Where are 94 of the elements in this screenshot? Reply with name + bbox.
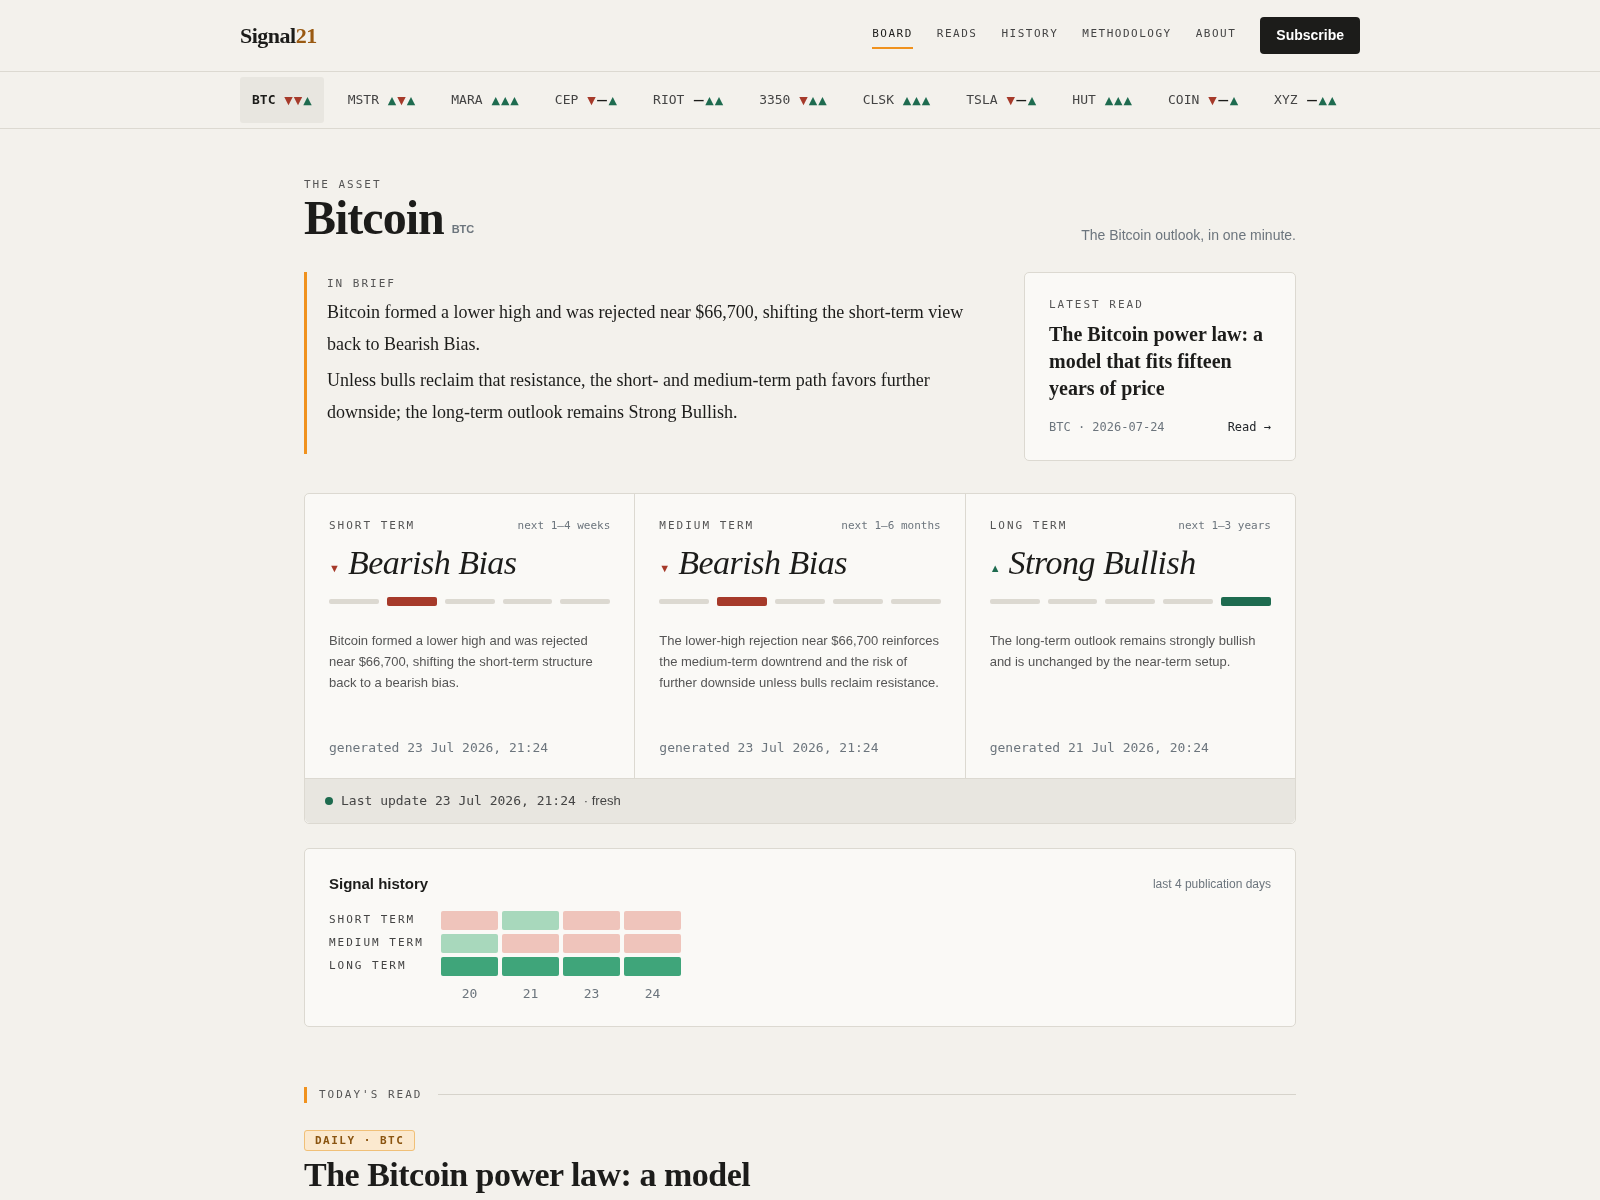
card-title: Signal history	[329, 873, 429, 894]
day-label: 21	[521, 985, 540, 1003]
horizon-label: MEDIUM TERM	[659, 518, 755, 534]
section-label: THE ASSET	[304, 177, 383, 193]
ticker-tab[interactable]: COIN ▼—▲	[1156, 77, 1251, 123]
generated-time: generated 23 Jul 2026, 21:24	[659, 739, 880, 758]
generated-time: generated 21 Jul 2026, 20:24	[989, 739, 1210, 758]
trend-arrow: ▲	[921, 94, 931, 108]
trend-arrow: —	[1015, 94, 1027, 108]
day-label: 20	[460, 985, 479, 1003]
trend-arrow: ▲	[1027, 94, 1037, 108]
brief-paragraph: Unless bulls reclaim that resistance, the short- and medium-term path favors further downside; the long-term outlook remains Strong Bullish.	[327, 369, 931, 424]
ticker-tab[interactable]: BTC ▼▼▲	[240, 77, 324, 123]
trend-arrow: ▲	[510, 94, 519, 108]
section-label: TODAY'S READ	[304, 1086, 423, 1103]
ticker-tab[interactable]: XYZ —▲▲	[1262, 77, 1349, 123]
freshness: · fresh	[583, 792, 621, 810]
row-label: LONG TERM	[329, 958, 408, 975]
row-label: MEDIUM TERM	[329, 935, 425, 952]
trend-arrow: ▲	[818, 94, 827, 108]
asset-symbol: BTC	[451, 222, 475, 237]
horizon-window: next 1–3 years	[1178, 518, 1271, 535]
site-logo[interactable]: Signal21	[240, 19, 317, 52]
row-label: SHORT TERM	[329, 912, 417, 929]
trend-arrow: ▼	[1006, 94, 1015, 108]
ticker-tab[interactable]: 3350 ▼▲▲	[747, 77, 839, 123]
trend-arrow: ▲	[1123, 94, 1133, 108]
trend-arrow: ▲	[705, 94, 714, 108]
trend-arrow: ▲	[989, 560, 1001, 576]
ticker-tab[interactable]: CEP ▼—▲	[542, 77, 630, 123]
trend-arrow: ▼	[284, 94, 293, 108]
trend-arrow: —	[693, 94, 705, 108]
ticker-tab[interactable]: TSLA ▼—▲	[954, 77, 1049, 123]
tagline: The Bitcoin outlook, in one minute.	[1081, 225, 1296, 245]
trend-arrow: ▼	[587, 94, 596, 108]
section-label: LATEST READ	[1049, 296, 1145, 313]
read-link[interactable]: Read →	[1227, 418, 1271, 436]
trend-arrow: ▼	[799, 94, 808, 108]
trend-arrow: ▲	[303, 94, 312, 108]
horizon-description: The long-term outlook remains strongly bullish and is unchanged by the near-term setup.	[989, 632, 1257, 672]
trend-arrow: ▲	[1229, 94, 1239, 108]
trend-arrow: ▲	[500, 94, 510, 108]
trend-arrow: —	[1306, 94, 1318, 108]
ticker-tab[interactable]: HUT ▲▲▲	[1060, 77, 1145, 123]
trend-arrow: ▼	[659, 560, 671, 576]
horizon-window: next 1–6 months	[841, 518, 941, 535]
trend-arrow: ▼	[1208, 94, 1217, 108]
trend-arrow: ▲	[1104, 94, 1114, 108]
article-meta: BTC · 2026-07-24	[1049, 419, 1165, 436]
trend-arrow: —	[1217, 94, 1229, 108]
ticker-tab[interactable]: RIOT —▲▲	[641, 77, 736, 123]
trend-arrow: ▲	[608, 94, 618, 108]
trend-arrow: ▲	[491, 94, 500, 108]
horizon-label: SHORT TERM	[329, 518, 416, 534]
trend-arrow: ▲	[406, 94, 416, 108]
card-note: last 4 publication days	[1152, 875, 1271, 893]
trend-arrow: ▼	[397, 94, 406, 108]
day-label: 24	[643, 985, 662, 1003]
nav-link[interactable]: HISTORY	[1001, 22, 1059, 49]
trend-arrow: ▼	[293, 94, 303, 108]
trend-arrow: ▲	[808, 94, 818, 108]
article-headline: The Bitcoin power law: a model	[304, 1155, 752, 1195]
trend-arrow: —	[596, 94, 608, 108]
trend-arrow: ▲	[912, 94, 921, 108]
category-tag: DAILY · BTC	[304, 1130, 416, 1151]
trend-arrow: ▲	[387, 94, 397, 108]
nav-link[interactable]: BOARD	[872, 22, 913, 49]
asset-title: Bitcoin	[304, 193, 444, 242]
trend-arrow: ▲	[1114, 94, 1123, 108]
verdict: Bearish Bias	[678, 542, 847, 583]
trend-arrow: ▲	[1318, 94, 1327, 108]
trend-arrow: ▲	[1327, 94, 1337, 108]
day-label: 23	[582, 985, 601, 1003]
ticker-tab[interactable]: CLSK ▲▲▲	[850, 77, 943, 123]
nav-link[interactable]: READS	[936, 22, 978, 49]
subscribe-button[interactable]: Subscribe	[1260, 17, 1360, 54]
nav-link[interactable]: ABOUT	[1195, 22, 1237, 49]
horizon-description: Bitcoin formed a lower high and was rejected near $66,700, shifting the short-term structure back to a bearish bias.	[329, 632, 594, 693]
last-update: Last update 23 Jul 2026, 21:24	[341, 792, 576, 810]
trend-arrow: ▼	[329, 560, 340, 576]
section-label: IN BRIEF	[327, 275, 397, 292]
horizon-window: next 1–4 weeks	[517, 518, 611, 535]
horizon-label: LONG TERM	[989, 518, 1068, 534]
ticker-tab[interactable]: MSTR ▲▼▲	[335, 77, 428, 123]
horizon-description: The lower-high rejection near $66,700 reinforces the medium-term downtrend and the risk of further downside unless bulls reclaim resistance.	[659, 632, 940, 693]
trend-arrow: ▲	[902, 94, 912, 108]
ticker-tab[interactable]: MARA ▲▲▲	[439, 77, 531, 123]
trend-arrow: ▲	[714, 94, 724, 108]
verdict: Strong Bullish	[1008, 542, 1196, 583]
verdict: Bearish Bias	[347, 542, 517, 583]
brief-paragraph: Bitcoin formed a lower high and was rejected near $66,700, shifting the short-term view back to Bearish Bias.	[327, 301, 965, 356]
generated-time: generated 23 Jul 2026, 21:24	[329, 739, 550, 758]
nav-link[interactable]: METHODOLOGY	[1082, 22, 1172, 49]
article-title: The Bitcoin power law: a model that fits fifteen years of price	[1049, 322, 1265, 402]
